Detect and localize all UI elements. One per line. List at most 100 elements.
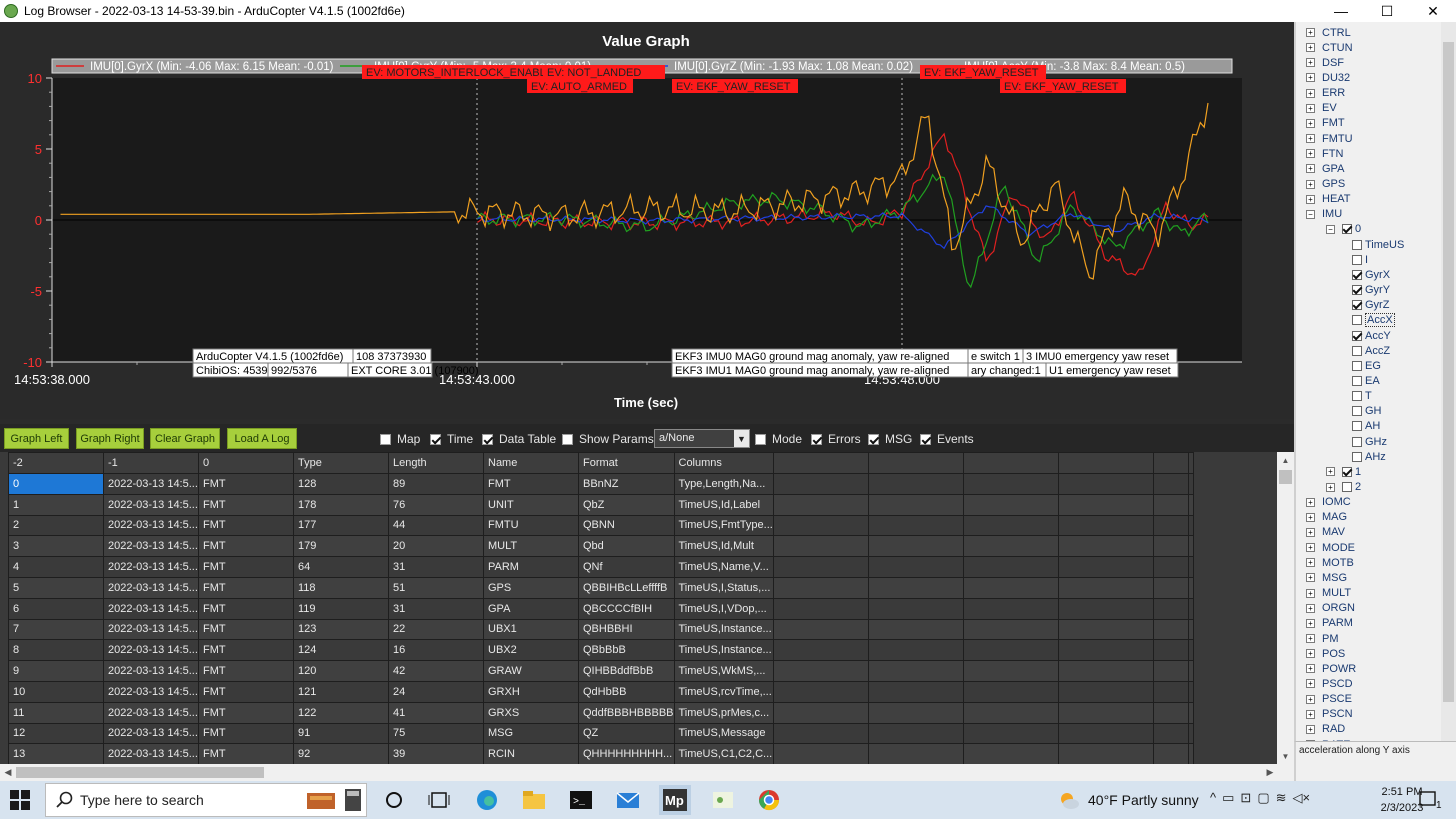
table-cell[interactable] (867, 535, 964, 558)
tree-checkbox[interactable] (1352, 254, 1362, 265)
table-cell[interactable] (867, 493, 964, 516)
tree-item-orgn[interactable]: + ORGN (1306, 601, 1355, 616)
table-cell[interactable]: QNf (578, 556, 675, 578)
tree-field-i[interactable]: I (1352, 252, 1368, 267)
expand-icon[interactable]: + (1306, 58, 1315, 68)
table-cell[interactable]: 178 (293, 493, 389, 516)
expand-icon[interactable]: + (1306, 103, 1315, 113)
table-cell[interactable]: FMT (198, 701, 294, 724)
usb-icon[interactable]: ⊡ (1240, 790, 1251, 806)
table-cell[interactable]: BBnNZ (578, 473, 675, 495)
table-cell[interactable] (1057, 576, 1154, 599)
table-cell[interactable]: FMT (198, 639, 294, 662)
chevron-up-icon[interactable]: ^ (1210, 790, 1216, 806)
collapse-icon[interactable]: − (1326, 224, 1335, 234)
table-cell[interactable]: 9 (8, 660, 104, 682)
tree-item-mav[interactable]: + MAV (1306, 525, 1345, 540)
table-cell[interactable]: FMT (198, 576, 294, 599)
table-cell[interactable] (1057, 514, 1154, 537)
table-cell[interactable] (867, 639, 964, 662)
tree-item-parm[interactable]: + PARM (1306, 616, 1353, 631)
table-cell[interactable]: 128 (293, 473, 389, 495)
table-cell[interactable] (1057, 660, 1154, 682)
data-table[interactable]: -2 -1 0 Type Length Name Format Columns 0 2022-0… (8, 452, 1194, 764)
table-cell[interactable]: GPS (483, 576, 579, 599)
table-row[interactable]: 5 2022-03-13 14:5... FMT 118 51 GPS QBBIHBcLLe… (8, 576, 1194, 599)
tree-field-gyrx[interactable]: GyrX (1352, 267, 1390, 282)
table-row[interactable]: 7 2022-03-13 14:5... FMT 123 22 UBX1 QBHBBHI Ti… (8, 618, 1194, 641)
expand-icon[interactable]: + (1306, 118, 1315, 128)
table-row[interactable]: 4 2022-03-13 14:5... FMT 64 31 PARM QNf TimeUS,… (8, 556, 1194, 578)
table-cell[interactable]: 2022-03-13 14:5... (103, 514, 199, 537)
value-graph[interactable]: Value Graph Time (sec) 10 5 0 -5 -10 14:53:38… (0, 22, 1294, 419)
column-header[interactable]: Columns (673, 452, 774, 474)
table-row[interactable]: 13 2022-03-13 14:5... FMT 92 39 RCIN QHHHHHHHH… (8, 743, 1194, 764)
table-cell[interactable] (772, 743, 869, 764)
tree-item-heat[interactable]: + HEAT (1306, 192, 1351, 207)
table-cell[interactable]: 44 (388, 514, 484, 537)
expand-icon[interactable]: + (1326, 467, 1335, 477)
table-cell[interactable]: TimeUS,Name,V... (673, 556, 774, 578)
table-cell[interactable]: QZ (578, 722, 675, 745)
table-row[interactable]: 2 2022-03-13 14:5... FMT 177 44 FMTU QBNN TimeU… (8, 514, 1194, 537)
tree-checkbox[interactable] (1352, 269, 1362, 280)
table-cell[interactable]: TimeUS,Id,Mult (673, 535, 774, 558)
table-cell[interactable] (867, 680, 964, 703)
table-cell[interactable] (1057, 493, 1154, 516)
table-cell[interactable] (1187, 701, 1194, 724)
table-row[interactable]: 10 2022-03-13 14:5... FMT 121 24 GRXH QdHbBB Ti… (8, 680, 1194, 703)
tree-item-ctrl[interactable]: + CTRL (1306, 25, 1351, 40)
table-cell[interactable] (1152, 660, 1189, 682)
table-cell[interactable]: QBHBBHI (578, 618, 675, 641)
table-cell[interactable]: TimeUS,rcvTime,... (673, 680, 774, 703)
table-cell[interactable]: 16 (388, 639, 484, 662)
table-cell[interactable] (1187, 597, 1194, 620)
tree-item-ev[interactable]: + EV (1306, 101, 1337, 116)
expand-icon[interactable]: + (1306, 679, 1315, 689)
table-cell[interactable]: GRAW (483, 660, 579, 682)
chevron-down-icon[interactable]: ▼ (734, 430, 749, 447)
expand-icon[interactable]: + (1306, 694, 1315, 704)
table-cell[interactable] (867, 701, 964, 724)
table-cell[interactable]: TimeUS,I,VDop,... (673, 597, 774, 620)
table-cell[interactable] (962, 514, 1059, 537)
table-cell[interactable]: TimeUS,WkMS,... (673, 660, 774, 682)
windows-start-icon[interactable] (10, 790, 30, 810)
table-cell[interactable]: GRXH (483, 680, 579, 703)
table-cell[interactable] (1152, 556, 1189, 578)
table-cell[interactable] (1152, 743, 1189, 764)
table-cell[interactable] (772, 660, 869, 682)
table-cell[interactable] (867, 473, 964, 495)
tree-item-pscn[interactable]: + PSCN (1306, 707, 1353, 722)
weather-widget[interactable]: 40°F Partly sunny (1058, 790, 1199, 810)
table-cell[interactable]: 39 (388, 743, 484, 764)
tree-field-eg[interactable]: EG (1352, 358, 1381, 373)
column-header[interactable] (962, 452, 1059, 474)
table-cell[interactable]: 5 (8, 576, 104, 599)
tree-item-motb[interactable]: + MOTB (1306, 555, 1354, 570)
mission-planner-icon[interactable]: Mp (659, 785, 691, 815)
table-cell[interactable] (962, 493, 1059, 516)
table-cell[interactable] (962, 701, 1059, 724)
tree-checkbox[interactable] (1352, 300, 1362, 311)
table-cell[interactable] (1057, 556, 1154, 578)
column-header[interactable]: -2 (8, 452, 104, 474)
expand-icon[interactable]: + (1306, 664, 1315, 674)
checkbox-box[interactable] (430, 433, 441, 445)
table-cell[interactable] (1187, 514, 1194, 537)
tree-checkbox[interactable] (1342, 466, 1352, 477)
table-cell[interactable] (1152, 576, 1189, 599)
table-cell[interactable] (1152, 680, 1189, 703)
expand-icon[interactable]: + (1306, 588, 1315, 598)
table-row[interactable]: 3 2022-03-13 14:5... FMT 179 20 MULT Qbd TimeUS… (8, 535, 1194, 558)
table-cell[interactable]: FMTU (483, 514, 579, 537)
table-cell[interactable] (1152, 493, 1189, 516)
table-cell[interactable] (1187, 576, 1194, 599)
table-cell[interactable]: Type,Length,Na... (673, 473, 774, 495)
table-cell[interactable]: 7 (8, 618, 104, 641)
table-cell[interactable]: FMT (198, 597, 294, 620)
tree-checkbox[interactable] (1352, 315, 1362, 326)
column-header[interactable]: Length (388, 452, 484, 474)
table-cell[interactable]: FMT (198, 660, 294, 682)
scroll-down-icon[interactable]: ▼ (1277, 748, 1294, 764)
